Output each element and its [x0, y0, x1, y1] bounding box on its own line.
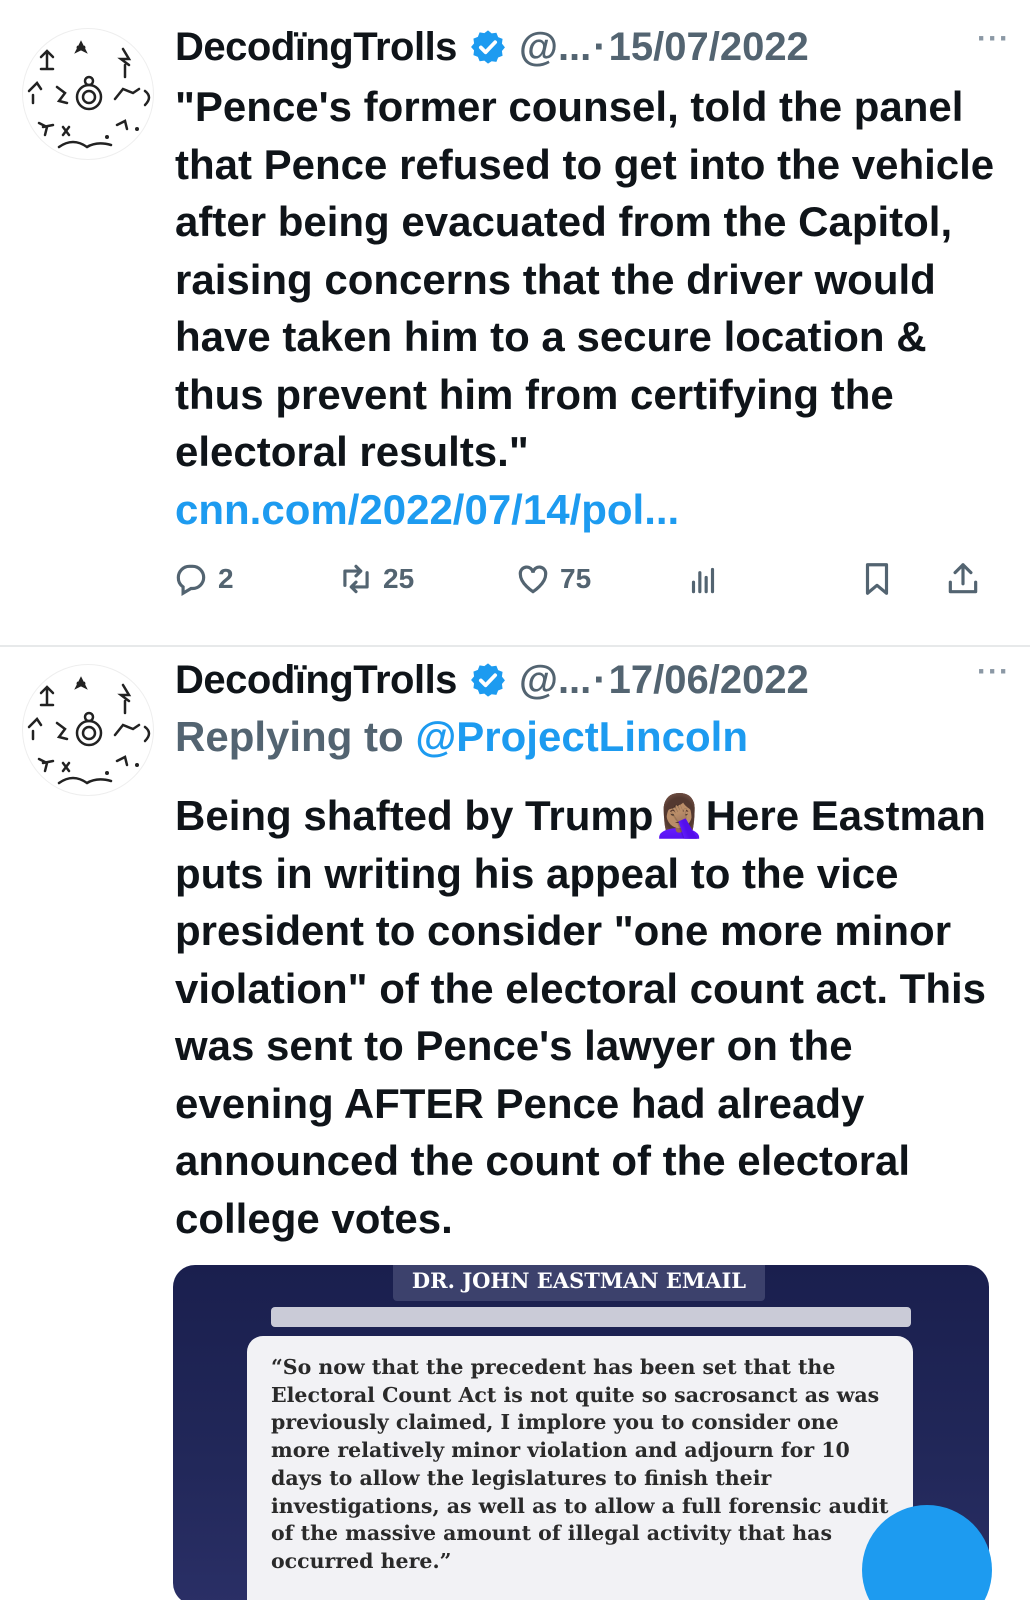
tweet-header: DecodïngTrolls @... · 17/06/2022 ··· — [175, 655, 1010, 705]
tweet-text: "Pence's former counsel, told the panel … — [175, 78, 1010, 538]
views-icon — [691, 567, 715, 594]
paper-stack-decoration — [271, 1307, 911, 1327]
tweet[interactable]: DecodïngTrolls @... · 17/06/2022 ··· Rep… — [0, 645, 1030, 1600]
author-name[interactable]: DecodïngTrolls — [175, 25, 457, 70]
replying-to: Replying to @ProjectLincoln — [175, 713, 748, 761]
like-button[interactable]: 75 — [514, 560, 591, 598]
media-quote: “So now that the precedent has been set … — [247, 1336, 913, 1600]
avatar[interactable] — [22, 28, 154, 160]
reply-button[interactable]: 2 — [172, 560, 234, 598]
tweet-header: DecodïngTrolls @... · 15/07/2022 ··· — [175, 22, 1010, 72]
verified-badge-icon — [470, 30, 505, 64]
avatar[interactable] — [22, 664, 154, 796]
tweet[interactable]: DecodïngTrolls @... · 15/07/2022 ··· "Pe… — [0, 0, 1030, 645]
tweet-text-content: "Pence's former counsel, told the panel … — [175, 83, 995, 475]
more-icon[interactable]: ··· — [977, 655, 1010, 689]
petroglyph-avatar-icon — [27, 40, 151, 149]
tweet-date[interactable]: 17/06/2022 — [609, 658, 809, 703]
like-count: 75 — [560, 563, 592, 594]
share-icon — [948, 563, 978, 594]
retweet-count: 25 — [383, 563, 415, 594]
retweet-button[interactable]: 25 — [337, 560, 414, 598]
separator-dot: · — [593, 24, 607, 69]
reply-count: 2 — [218, 563, 234, 594]
petroglyph-avatar-icon — [27, 676, 151, 785]
share-button[interactable] — [944, 560, 982, 598]
tweet-actions: 2 25 75 — [172, 560, 990, 600]
bookmark-icon — [865, 563, 889, 595]
retweet-icon — [343, 564, 369, 594]
like-icon — [518, 565, 548, 594]
replying-to-label: Replying to — [175, 713, 416, 760]
author-handle[interactable]: @... — [519, 25, 591, 70]
verified-badge-icon — [470, 663, 505, 697]
reply-icon — [176, 564, 206, 597]
facepalm-emoji: 🤦🏽‍♀️ — [653, 792, 706, 839]
tweet-link[interactable]: cnn.com/2022/07/14/pol... — [175, 486, 679, 533]
author-handle[interactable]: @... — [519, 658, 591, 703]
media-title: DR. JOHN EASTMAN EMAIL — [393, 1265, 765, 1301]
bookmark-button[interactable] — [858, 560, 896, 598]
replying-to-mention[interactable]: @ProjectLincoln — [415, 713, 748, 760]
more-icon[interactable]: ··· — [977, 22, 1010, 56]
tweet-text-part1: Being shafted by Trump — [175, 792, 654, 839]
views-button[interactable] — [684, 560, 722, 598]
tweet-text-part2: Here Eastman puts in writing his appeal … — [175, 792, 987, 1242]
tweet-date[interactable]: 15/07/2022 — [609, 25, 809, 70]
separator-dot: · — [593, 657, 607, 702]
tweet-text: Being shafted by Trump🤦🏽‍♀️Here Eastman … — [175, 787, 1010, 1247]
author-name[interactable]: DecodïngTrolls — [175, 658, 457, 703]
